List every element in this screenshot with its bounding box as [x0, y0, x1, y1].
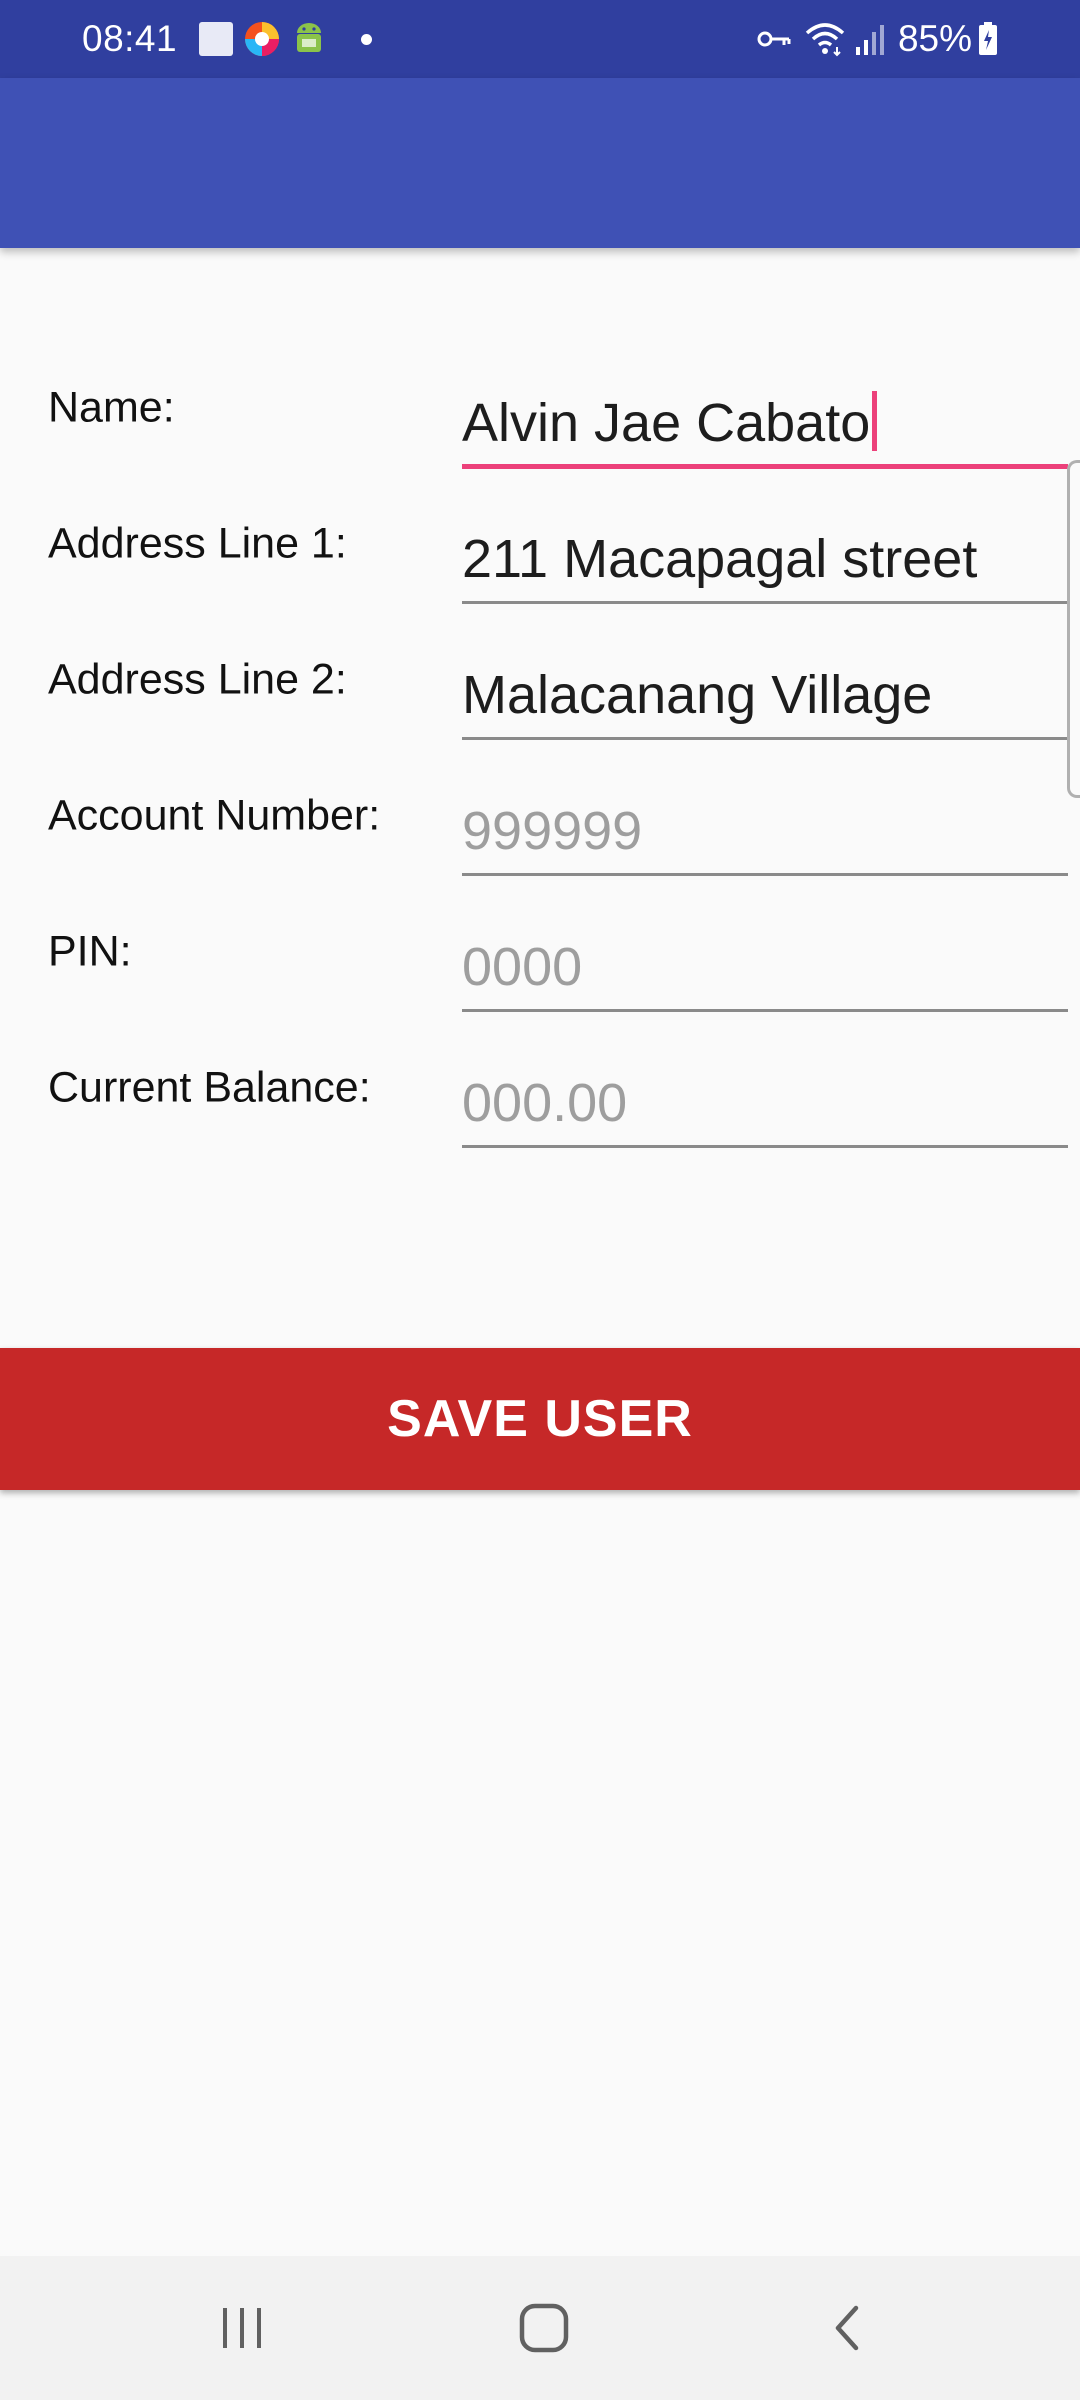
address-line-1-input-text[interactable]: 211 Macapagal street	[462, 528, 977, 590]
status-bar: 08:41 85%	[0, 0, 1080, 78]
address-line-2-input-text[interactable]: Malacanang Village	[462, 664, 932, 726]
back-icon	[835, 2305, 859, 2351]
account-number-field[interactable]: 999999	[462, 748, 1068, 884]
pin-field[interactable]: 0000	[462, 884, 1068, 1020]
address-line-2-underline	[462, 737, 1068, 740]
name-field[interactable]: Alvin Jae Cabato	[462, 340, 1068, 476]
form-row-pin: PIN: 0000	[0, 884, 1080, 1020]
vpn-key-icon	[756, 28, 792, 50]
current-balance-underline	[462, 1145, 1068, 1148]
android-debug-icon	[291, 20, 327, 58]
name-input-text[interactable]: Alvin Jae Cabato	[462, 391, 878, 454]
pin-label: PIN:	[48, 927, 132, 976]
status-time: 08:41	[82, 18, 178, 59]
account-number-label: Account Number:	[48, 791, 381, 840]
form-row-address-2: Address Line 2: Malacanang Village	[0, 612, 1080, 748]
address-line-2-field[interactable]: Malacanang Village	[462, 612, 1068, 748]
current-balance-placeholder[interactable]: 000.00	[462, 1072, 627, 1134]
edge-panel-handle[interactable]	[1067, 460, 1080, 798]
pin-underline	[462, 1009, 1068, 1012]
navigation-bar	[0, 2256, 1080, 2400]
status-left: 08:41	[82, 18, 373, 60]
dot-icon	[361, 33, 373, 45]
wifi-icon	[804, 21, 846, 57]
text-cursor	[872, 391, 878, 451]
save-user-button[interactable]: SAVE USER	[0, 1348, 1080, 1490]
home-button[interactable]	[464, 2256, 624, 2400]
form-row-current-balance: Current Balance: 000.00	[0, 1020, 1080, 1156]
app-bar	[0, 78, 1080, 248]
recents-icon	[223, 2308, 261, 2348]
colorful-app-icon	[243, 20, 281, 58]
battery-percent: 85%	[897, 18, 972, 59]
recents-button[interactable]	[162, 2256, 322, 2400]
name-field-underline	[462, 464, 1068, 469]
account-number-underline	[462, 873, 1068, 876]
form-row-account-number: Account Number: 999999	[0, 748, 1080, 884]
address-line-1-underline	[462, 601, 1068, 604]
home-icon	[519, 2303, 569, 2353]
address-line-2-label: Address Line 2:	[48, 655, 347, 704]
name-label: Name:	[48, 383, 175, 432]
current-balance-field[interactable]: 000.00	[462, 1020, 1068, 1156]
signal-icon	[854, 23, 884, 55]
current-balance-label: Current Balance:	[48, 1063, 371, 1112]
form-row-name: Name: Alvin Jae Cabato	[0, 340, 1080, 476]
status-right: 85%	[756, 18, 998, 60]
square-notification-icon	[199, 22, 234, 56]
address-line-1-field[interactable]: 211 Macapagal street	[462, 476, 1068, 612]
form-row-address-1: Address Line 1: 211 Macapagal street	[0, 476, 1080, 612]
back-button[interactable]	[766, 2256, 926, 2400]
account-number-placeholder[interactable]: 999999	[462, 800, 642, 862]
pin-placeholder[interactable]: 0000	[462, 936, 582, 998]
battery-charging-icon	[978, 22, 998, 56]
address-line-1-label: Address Line 1:	[48, 519, 347, 568]
